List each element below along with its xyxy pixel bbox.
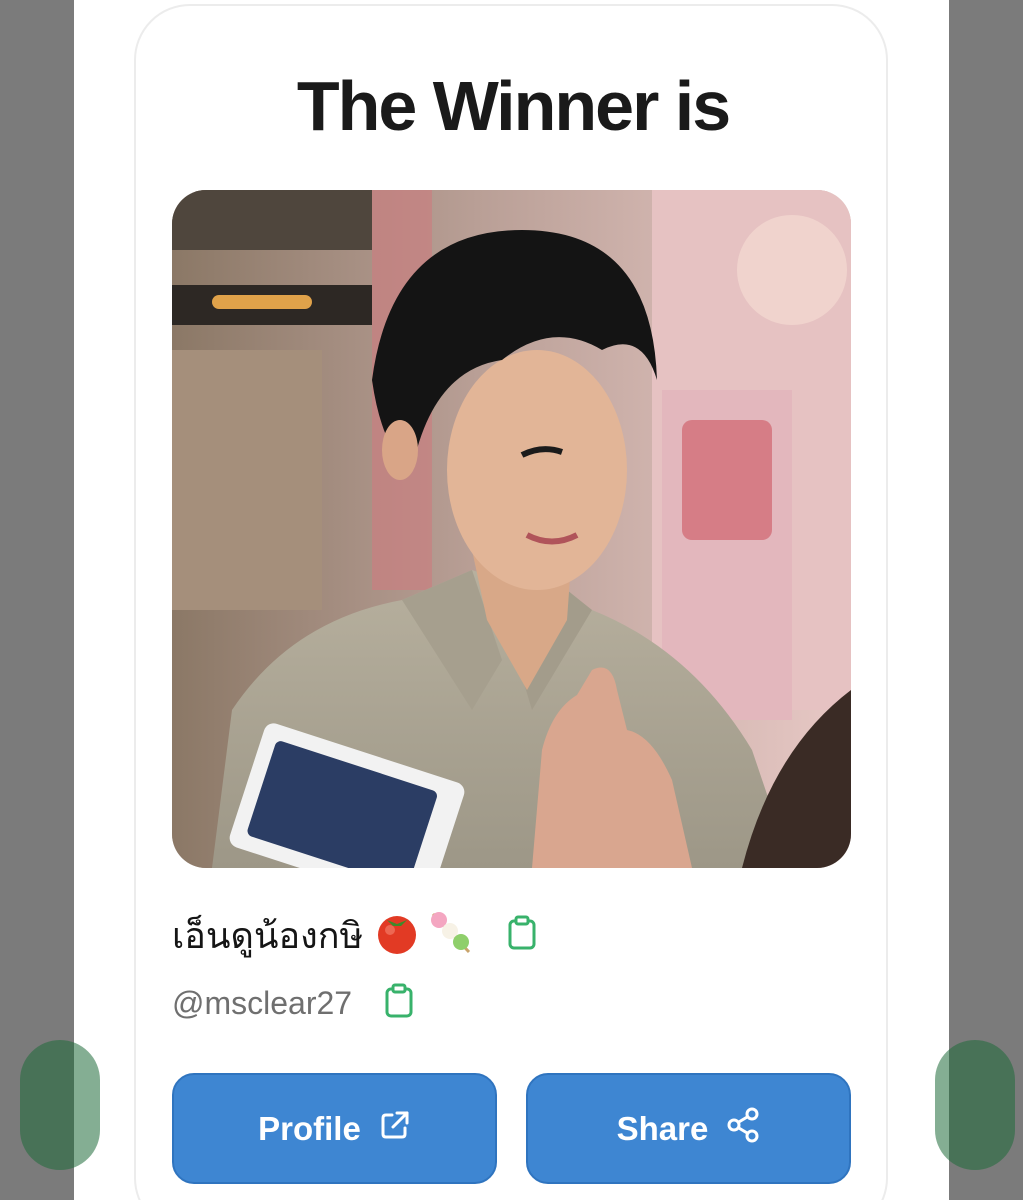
photo-illustration bbox=[172, 190, 851, 868]
share-icon bbox=[726, 1107, 760, 1151]
winner-handle: @msclear27 bbox=[172, 984, 353, 1021]
winner-handle-row: @msclear27 bbox=[172, 978, 414, 1028]
external-link-icon bbox=[379, 1109, 411, 1149]
share-button-label: Share bbox=[616, 1109, 709, 1147]
winner-title: The Winner is bbox=[296, 67, 731, 145]
winner-photo bbox=[172, 190, 851, 868]
copy-handle-clipboard-icon[interactable] bbox=[384, 983, 414, 1024]
dango-emoji bbox=[425, 908, 475, 963]
tomato-emoji bbox=[373, 911, 421, 960]
share-button[interactable]: Share bbox=[526, 1073, 851, 1184]
profile-button-label: Profile bbox=[258, 1109, 361, 1147]
profile-button[interactable]: Profile bbox=[172, 1073, 497, 1184]
copy-name-clipboard-icon[interactable] bbox=[507, 915, 537, 956]
background-button-left bbox=[20, 1040, 100, 1170]
winner-name-row: เอ็นดูน้องกษิ bbox=[172, 905, 537, 965]
background-button-right bbox=[935, 1040, 1015, 1170]
winner-display-name: เอ็นดูน้องกษิ bbox=[172, 915, 364, 957]
